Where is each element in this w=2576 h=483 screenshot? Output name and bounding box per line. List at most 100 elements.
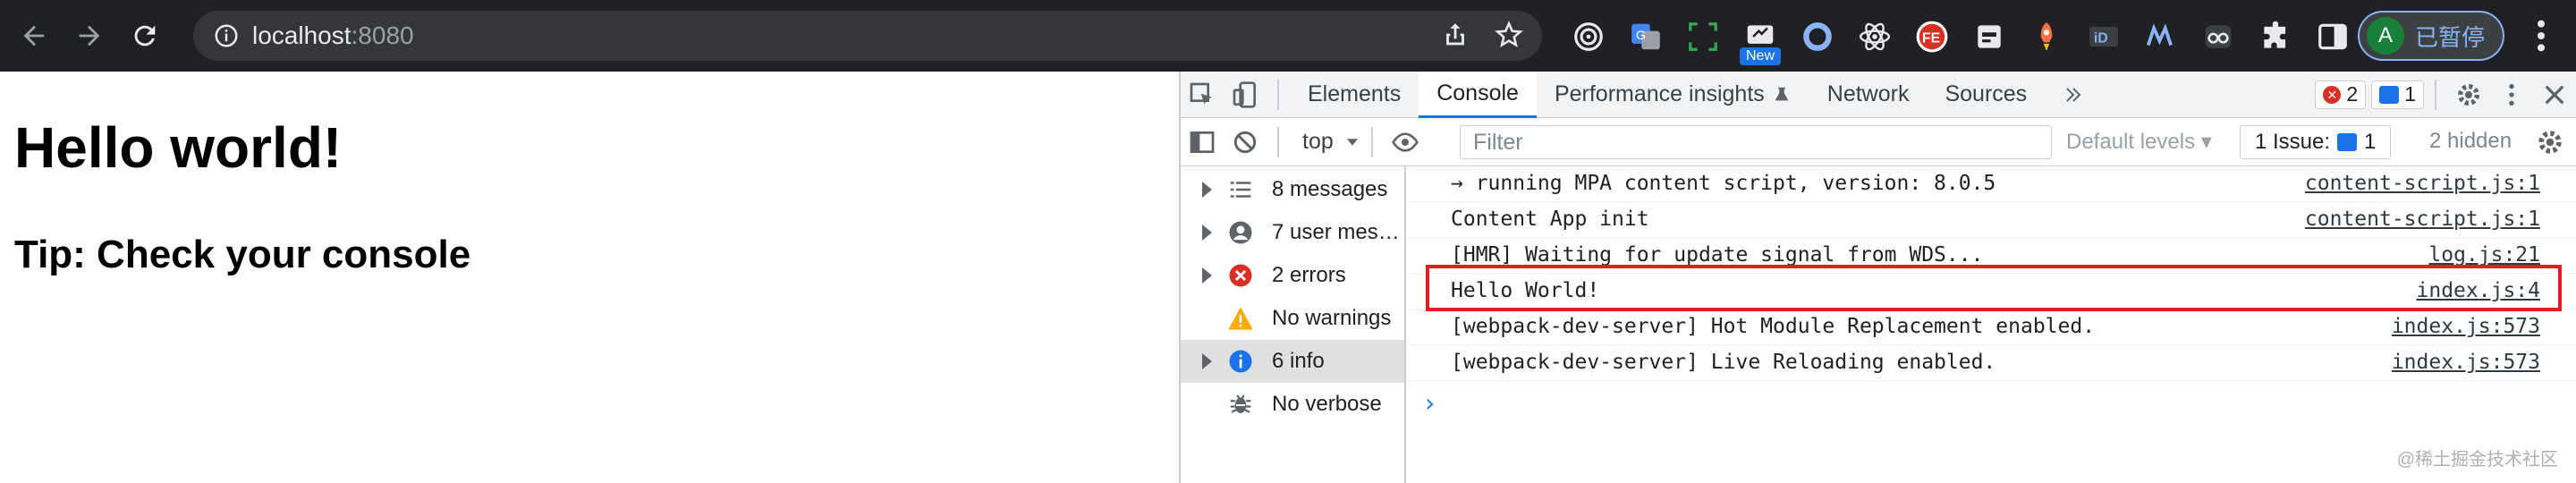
sidebar-toggle-icon [1190,131,1215,153]
extension-react[interactable] [1853,15,1896,58]
log-levels-label: Default levels [2066,130,2196,154]
sidebar-item-verbose[interactable]: No verbose [1181,383,1404,426]
console-prompt[interactable]: › [1422,388,1437,418]
address-bar[interactable]: localhost:8080 [193,11,1542,61]
page-viewport: Hello world! Tip: Check your console [0,72,1179,483]
source-link[interactable]: index.js:573 [2392,315,2540,338]
expand-caret-icon[interactable] [1202,353,1212,369]
extension-rocket[interactable] [2025,15,2068,58]
chevron-double-right-icon [2066,87,2081,102]
tab-sources[interactable]: Sources [1927,72,2045,118]
sidebar-item-label: 8 messages [1272,177,1388,201]
console-message: [webpack-dev-server] Hot Module Replacem… [1451,315,2096,338]
sidebar-item-label: 2 errors [1272,263,1346,287]
tab-console[interactable]: Console [1419,71,1537,118]
tab-performance-insights[interactable]: Performance insights [1537,72,1809,118]
sidebar-item-errors[interactable]: 2 errors [1181,254,1404,297]
react-icon [1859,22,1891,51]
console-settings-gear-icon[interactable] [2535,127,2565,157]
console-message: Content App init [1451,208,1649,231]
source-link[interactable]: content-script.js:1 [2305,172,2540,195]
site-info-icon[interactable] [213,22,240,49]
arrow-right-icon [79,25,100,47]
new-badge: New [1740,47,1781,65]
extension-target[interactable] [1567,15,1610,58]
source-link[interactable]: log.js:21 [2428,243,2540,267]
extension-ring[interactable] [1796,15,1839,58]
profile-status: 已暂停 [2415,23,2486,51]
extensions-bar: G New FE iD [1567,13,2354,65]
expand-caret-icon[interactable] [1202,267,1212,284]
side-panel-button[interactable] [2311,15,2354,58]
user-icon [1229,221,1252,244]
devtools-tabbar: Elements Console Performance insights Ne… [1181,71,2576,118]
reload-button[interactable] [123,14,166,57]
extension-id[interactable]: iD [2082,15,2125,58]
warning-icon [1228,307,1253,330]
sidebar-item-label: 7 user messages [1272,220,1402,244]
error-count: 2 [2346,82,2359,106]
extensions-menu[interactable] [2254,15,2297,58]
devtools-panel: Elements Console Performance insights Ne… [1179,71,2576,483]
console-toolbar: top Filter Default levels ▾ 1 Issue: 1 2 … [1181,118,2576,166]
inspect-icon [1190,82,1212,105]
error-counter[interactable]: ✕ 2 [2315,80,2367,109]
tab-elements[interactable]: Elements [1290,72,1419,118]
forward-button[interactable] [68,14,111,57]
log-levels-dropdown[interactable]: Default levels ▾ [2066,129,2212,155]
bug-icon [1230,394,1251,413]
message-counter[interactable]: 1 [2371,80,2424,109]
glasses-icon [2205,25,2232,48]
list-icon [1230,182,1251,198]
issues-button[interactable]: 1 Issue: 1 [2240,125,2392,159]
sidebar-item-label: No verbose [1272,392,1382,416]
gear-icon [2458,83,2479,106]
sidebar-item-messages[interactable]: 8 messages [1181,168,1404,211]
page-heading: Hello world! [14,115,343,180]
info-icon [1229,350,1252,373]
close-icon [2545,85,2564,104]
show-sidebar-button[interactable] [1181,119,1224,165]
url-port: :8080 [351,21,414,49]
device-toolbar-button[interactable] [1224,72,1267,118]
sidebar-item-user-messages[interactable]: 7 user messages [1181,211,1404,254]
bookmark-star-icon[interactable] [1494,20,1524,50]
back-button[interactable] [13,14,55,57]
kebab-menu-icon[interactable] [2528,18,2555,54]
share-icon[interactable] [1440,20,1470,50]
source-link[interactable]: content-script.js:1 [2305,208,2540,231]
extension-new[interactable]: New [1739,15,1782,65]
inspect-element-button[interactable] [1181,72,1224,118]
console-message: [webpack-dev-server] Live Reloading enab… [1451,351,1996,374]
clear-console-button[interactable] [1224,119,1267,165]
context-selector[interactable]: top [1302,129,1360,155]
live-expression-button[interactable] [1384,119,1427,165]
source-link[interactable]: index.js:573 [2392,351,2540,374]
more-tabs-button[interactable] [2045,72,2102,118]
beaker-icon [1775,87,1789,100]
sidebar-item-warnings[interactable]: No warnings [1181,297,1404,340]
extension-spy[interactable] [1968,15,2011,58]
divider [1277,126,1279,157]
sidebar-item-info[interactable]: 6 info [1181,340,1404,383]
extension-fe[interactable]: FE [1911,15,1953,58]
context-label: top [1302,129,1334,154]
sidebar-item-label: 6 info [1272,349,1325,373]
tab-network[interactable]: Network [1809,72,1928,118]
extension-screenshot[interactable] [1682,15,1724,58]
close-devtools-button[interactable] [2533,72,2576,118]
extension-m[interactable] [2140,15,2182,58]
devtools-menu-button[interactable] [2490,72,2533,118]
expand-caret-icon[interactable] [1202,225,1212,241]
expand-caret-icon[interactable] [1202,182,1212,198]
m-logo-icon [2146,23,2173,47]
devtools-settings-button[interactable] [2447,72,2490,118]
spy-icon [1978,25,2001,48]
extension-translate[interactable]: G [1624,15,1667,58]
console-filter-input[interactable]: Filter [1460,125,2052,159]
screenshot-icon [1689,22,1717,51]
console-message: → running MPA content script, version: 8… [1451,172,1996,195]
profile-button[interactable]: A 已暂停 [2358,11,2504,61]
error-icon [1229,264,1252,287]
extension-glasses[interactable] [2197,15,2240,58]
